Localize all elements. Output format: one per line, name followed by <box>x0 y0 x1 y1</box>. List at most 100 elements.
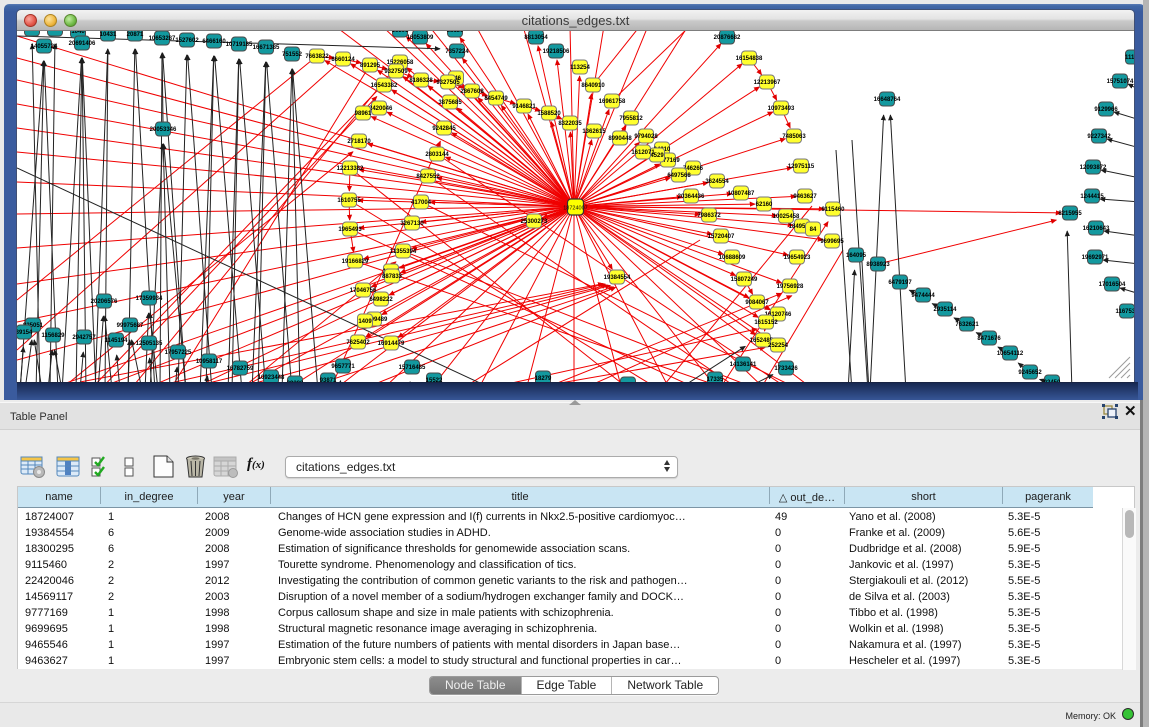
svg-text:17016504: 17016504 <box>1099 282 1126 288</box>
svg-text:10654112: 10654112 <box>997 351 1024 357</box>
svg-text:17957225: 17957225 <box>165 350 192 356</box>
svg-text:9245652: 9245652 <box>1018 370 1042 376</box>
svg-text:1612071: 1612071 <box>631 150 655 156</box>
svg-text:8990448: 8990448 <box>608 136 632 142</box>
svg-text:7663822: 7663822 <box>305 54 329 60</box>
svg-text:7986372: 7986372 <box>697 213 721 219</box>
svg-text:9115460: 9115460 <box>821 207 845 213</box>
svg-text:15720407: 15720407 <box>708 234 735 240</box>
svg-text:1588520: 1588520 <box>537 111 561 117</box>
svg-text:9794028: 9794028 <box>634 134 658 140</box>
svg-text:16648764: 16648764 <box>874 97 901 103</box>
svg-text:1733426: 1733426 <box>774 366 798 372</box>
svg-text:10958117: 10958117 <box>196 359 223 365</box>
svg-text:417004: 417004 <box>411 200 432 206</box>
svg-text:3624554: 3624554 <box>705 179 729 185</box>
svg-text:9084067: 9084067 <box>745 300 769 306</box>
svg-text:6466160: 6466160 <box>202 39 226 45</box>
svg-text:8938923: 8938923 <box>866 262 890 268</box>
svg-text:9327505: 9327505 <box>436 80 460 86</box>
svg-text:12213967: 12213967 <box>754 80 781 86</box>
svg-text:8640910: 8640910 <box>581 83 605 89</box>
svg-text:16671385: 16671385 <box>253 45 280 51</box>
svg-text:8454749: 8454749 <box>484 96 508 102</box>
svg-text:10688609: 10688609 <box>719 255 746 261</box>
svg-text:1167533: 1167533 <box>1115 309 1134 315</box>
svg-text:9474444: 9474444 <box>911 293 935 299</box>
svg-text:14136141: 14136141 <box>730 362 757 368</box>
svg-text:8471676: 8471676 <box>977 336 1001 342</box>
svg-text:20053346: 20053346 <box>150 127 177 133</box>
svg-text:2803144: 2803144 <box>425 152 449 158</box>
svg-text:20364436: 20364436 <box>678 194 705 200</box>
svg-text:98961: 98961 <box>355 111 372 117</box>
svg-text:1244415: 1244415 <box>1080 194 1104 200</box>
svg-text:9699695: 9699695 <box>820 239 844 245</box>
svg-text:10719185: 10719185 <box>226 42 253 48</box>
svg-text:16782759: 16782759 <box>227 366 254 372</box>
svg-text:12505135: 12505135 <box>136 341 163 347</box>
svg-text:2867608: 2867608 <box>460 89 484 95</box>
svg-text:88130: 88130 <box>447 31 464 34</box>
svg-text:20206576: 20206576 <box>91 299 118 305</box>
svg-text:1156829: 1156829 <box>41 333 65 339</box>
svg-text:10973493: 10973493 <box>768 106 795 112</box>
svg-text:3267130: 3267130 <box>400 221 424 227</box>
svg-text:113254: 113254 <box>570 65 590 71</box>
svg-text:1527602: 1527602 <box>175 38 199 44</box>
svg-text:84: 84 <box>810 227 817 233</box>
svg-text:19756928: 19756928 <box>777 284 804 290</box>
svg-text:6479197: 6479197 <box>888 280 912 286</box>
svg-text:19218506: 19218506 <box>543 49 570 55</box>
svg-text:9463627: 9463627 <box>793 194 817 200</box>
svg-text:39154: 39154 <box>17 330 33 336</box>
svg-text:9129966: 9129966 <box>1094 107 1118 113</box>
svg-text:1615152: 1615152 <box>754 320 778 326</box>
svg-text:7625402: 7625402 <box>346 340 370 346</box>
svg-text:20691406: 20691406 <box>69 41 96 47</box>
svg-text:164095: 164095 <box>846 253 867 259</box>
svg-text:751552: 751552 <box>282 52 303 58</box>
svg-text:20876682: 20876682 <box>714 35 741 41</box>
svg-text:19692971: 19692971 <box>1082 255 1109 261</box>
svg-text:9327509: 9327509 <box>384 69 408 75</box>
svg-text:6498222: 6498222 <box>369 297 393 303</box>
svg-text:18724007: 18724007 <box>563 206 587 212</box>
svg-text:62160: 62160 <box>756 202 773 208</box>
svg-text:8660124: 8660124 <box>331 57 355 63</box>
svg-text:10807487: 10807487 <box>728 191 755 197</box>
svg-text:20399: 20399 <box>47 31 64 33</box>
svg-text:8322035: 8322035 <box>558 121 582 127</box>
svg-text:16323: 16323 <box>24 31 41 33</box>
svg-text:16154838: 16154838 <box>736 56 763 62</box>
svg-text:10653287: 10653287 <box>149 36 176 42</box>
svg-text:2718170: 2718170 <box>347 139 371 145</box>
svg-text:8813054: 8813054 <box>524 35 548 41</box>
svg-text:20871: 20871 <box>127 32 144 38</box>
svg-text:11127: 11127 <box>1125 55 1134 61</box>
svg-text:17046756: 17046756 <box>350 288 377 294</box>
svg-text:887833: 887833 <box>382 274 403 280</box>
svg-text:9227342: 9227342 <box>1087 134 1111 140</box>
svg-text:15751074: 15751074 <box>1107 79 1134 85</box>
svg-text:9657771: 9657771 <box>331 364 355 370</box>
svg-text:8427552: 8427552 <box>416 174 440 180</box>
svg-text:891295: 891295 <box>360 63 381 69</box>
svg-text:1040: 1040 <box>71 31 85 35</box>
svg-text:1965493: 1965493 <box>338 227 362 233</box>
svg-text:15716485: 15716485 <box>399 365 426 371</box>
svg-text:19654923: 19654923 <box>784 255 811 261</box>
svg-text:12975115: 12975115 <box>788 164 815 170</box>
svg-text:25300273: 25300273 <box>521 219 548 225</box>
svg-text:9242845: 9242845 <box>432 126 456 132</box>
svg-text:17359934: 17359934 <box>136 296 163 302</box>
svg-text:3875685: 3875685 <box>438 100 462 106</box>
svg-text:16053809: 16053809 <box>407 35 434 41</box>
svg-text:252254: 252254 <box>768 343 789 349</box>
svg-text:19384554: 19384554 <box>604 275 631 281</box>
svg-text:8186328: 8186328 <box>409 78 433 84</box>
svg-text:19166829: 19166829 <box>342 259 369 265</box>
svg-text:99975687: 99975687 <box>117 323 144 329</box>
svg-text:7485063: 7485063 <box>782 134 806 140</box>
svg-text:16961758: 16961758 <box>599 99 626 105</box>
